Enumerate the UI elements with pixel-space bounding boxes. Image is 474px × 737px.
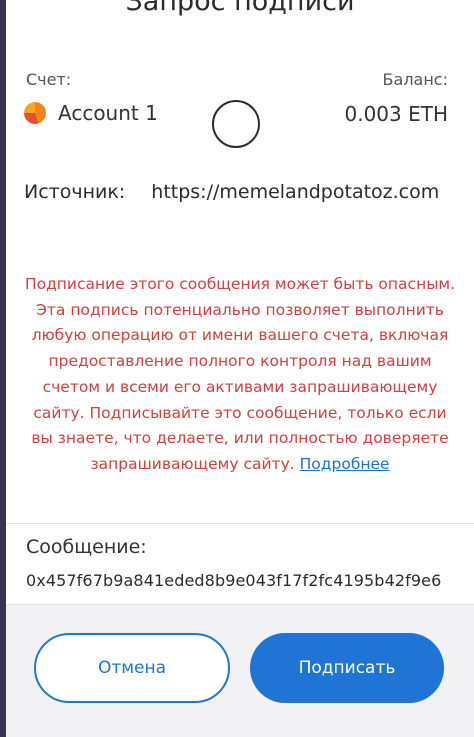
balance-value: 0.003 ETH: [344, 102, 448, 126]
divider: [6, 523, 474, 524]
message-value: 0x457f67b9a841eded8b9e043f17f2fc4195b42f…: [26, 571, 442, 590]
account-avatar-icon: [24, 102, 46, 124]
learn-more-link[interactable]: Подробнее: [300, 455, 390, 473]
source-url: https://memelandpotatoz.com: [151, 181, 440, 203]
account-label: Счет:: [26, 70, 72, 89]
message-label: Сообщение:: [26, 536, 147, 558]
page-title: Запрос подписи: [125, 0, 355, 17]
account-selector[interactable]: Account 1: [24, 101, 158, 125]
loading-circle-icon: [212, 100, 260, 148]
signature-request-dialog: Запрос подписи Счет: Баланс: Account 1 0…: [6, 0, 474, 737]
source-label: Источник:: [24, 181, 126, 203]
source-row: Источник: https://memelandpotatoz.com: [24, 181, 439, 203]
action-footer: Отмена Подписать: [6, 604, 474, 737]
warning-text: Подписание этого сообщения может быть оп…: [24, 275, 456, 473]
balance-label: Баланс:: [382, 70, 448, 89]
warning-message: Подписание этого сообщения может быть оп…: [22, 272, 458, 478]
account-name: Account 1: [58, 101, 158, 125]
sign-button[interactable]: Подписать: [250, 633, 444, 703]
cancel-button[interactable]: Отмена: [34, 633, 230, 703]
